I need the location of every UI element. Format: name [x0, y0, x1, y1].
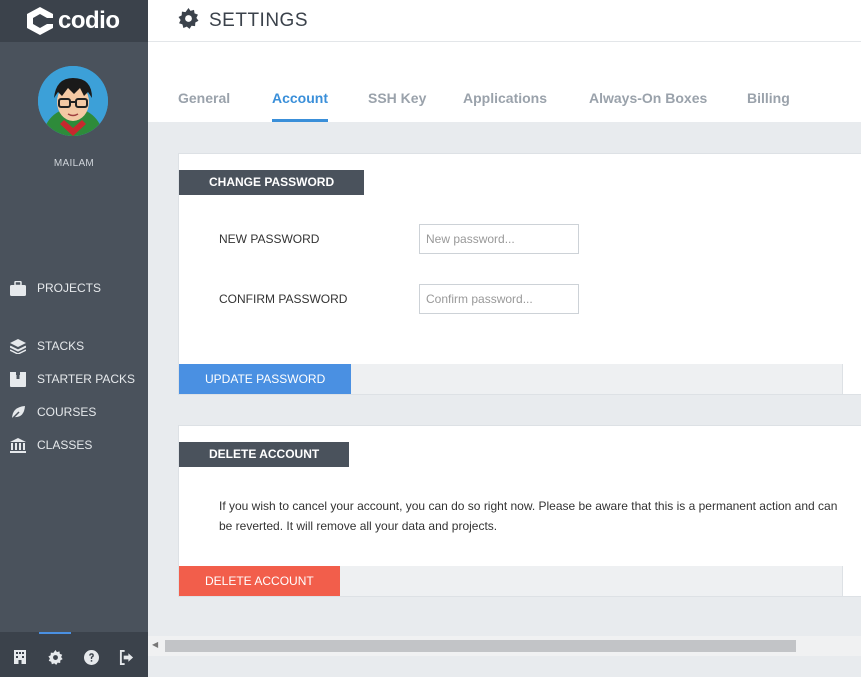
sidebar-item-projects[interactable]: PROJECTS	[9, 277, 101, 299]
sidebar-item-label: STARTER PACKS	[37, 372, 136, 386]
briefcase-icon	[9, 279, 27, 297]
scrollbar-thumb[interactable]	[165, 640, 796, 652]
horizontal-scrollbar[interactable]: ◀	[148, 636, 861, 656]
active-indicator	[39, 632, 71, 634]
description-line: be reverted. It will remove all your dat…	[219, 519, 498, 533]
tab-applications[interactable]: Applications	[463, 90, 547, 122]
update-password-button[interactable]: UPDATE PASSWORD	[179, 364, 352, 394]
sidebar-item-stacks[interactable]: STACKS	[9, 335, 84, 357]
description-line: If you wish to cancel your account, you …	[219, 499, 838, 513]
confirm-password-field[interactable]	[419, 284, 579, 314]
logout-icon[interactable]	[118, 649, 134, 665]
delete-account-description: If you wish to cancel your account, you …	[219, 496, 861, 536]
change-password-title: CHANGE PASSWORD	[179, 170, 365, 195]
sidebar-item-classes[interactable]: CLASSES	[9, 434, 92, 456]
delete-account-panel: DELETE ACCOUNT If you wish to cancel you…	[178, 425, 861, 597]
leaf-icon	[9, 403, 27, 421]
help-icon[interactable]	[83, 649, 99, 665]
building-icon	[9, 436, 27, 454]
panel-footer: DELETE ACCOUNT	[179, 566, 843, 596]
tab-ssh-key[interactable]: SSH Key	[368, 90, 426, 122]
delete-account-title: DELETE ACCOUNT	[179, 442, 350, 467]
layers-icon	[9, 337, 27, 355]
avatar[interactable]	[38, 66, 108, 136]
sidebar-item-label: STACKS	[37, 339, 85, 353]
confirm-password-label: CONFIRM PASSWORD	[219, 292, 348, 306]
sidebar-item-label: COURSES	[37, 405, 97, 419]
new-password-field[interactable]	[419, 224, 579, 254]
username: MAILAM	[53, 158, 95, 169]
office-icon[interactable]	[12, 649, 28, 665]
delete-account-button[interactable]: DELETE ACCOUNT	[179, 566, 340, 596]
sidebar: codio MAILAM PROJECTS STACKS STARTER PAC…	[0, 0, 148, 677]
tab-general[interactable]: General	[178, 90, 230, 122]
gear-icon	[178, 7, 199, 34]
sidebar-item-courses[interactable]: COURSES	[9, 401, 96, 423]
sidebar-item-label: CLASSES	[37, 438, 93, 452]
logo[interactable]: codio	[0, 0, 148, 42]
box-icon	[9, 370, 27, 388]
tab-account[interactable]: Account	[272, 90, 328, 122]
tab-billing[interactable]: Billing	[747, 90, 790, 122]
tab-always-on-boxes[interactable]: Always-On Boxes	[589, 90, 707, 122]
new-password-label: NEW PASSWORD	[219, 232, 320, 246]
gear-icon[interactable]	[47, 649, 63, 665]
codio-logo-icon	[26, 6, 54, 36]
panel-footer: UPDATE PASSWORD	[179, 364, 843, 394]
settings-tabs: General Account SSH Key Applications Alw…	[148, 42, 861, 122]
logo-text: codio	[58, 7, 120, 34]
scroll-left-icon[interactable]: ◀	[152, 640, 158, 649]
page-header: SETTINGS	[148, 0, 861, 42]
sidebar-item-label: PROJECTS	[37, 281, 102, 295]
page-title: SETTINGS	[209, 9, 309, 31]
change-password-panel: CHANGE PASSWORD NEW PASSWORD CONFIRM PAS…	[178, 153, 861, 395]
sidebar-item-starter-packs[interactable]: STARTER PACKS	[9, 368, 135, 390]
